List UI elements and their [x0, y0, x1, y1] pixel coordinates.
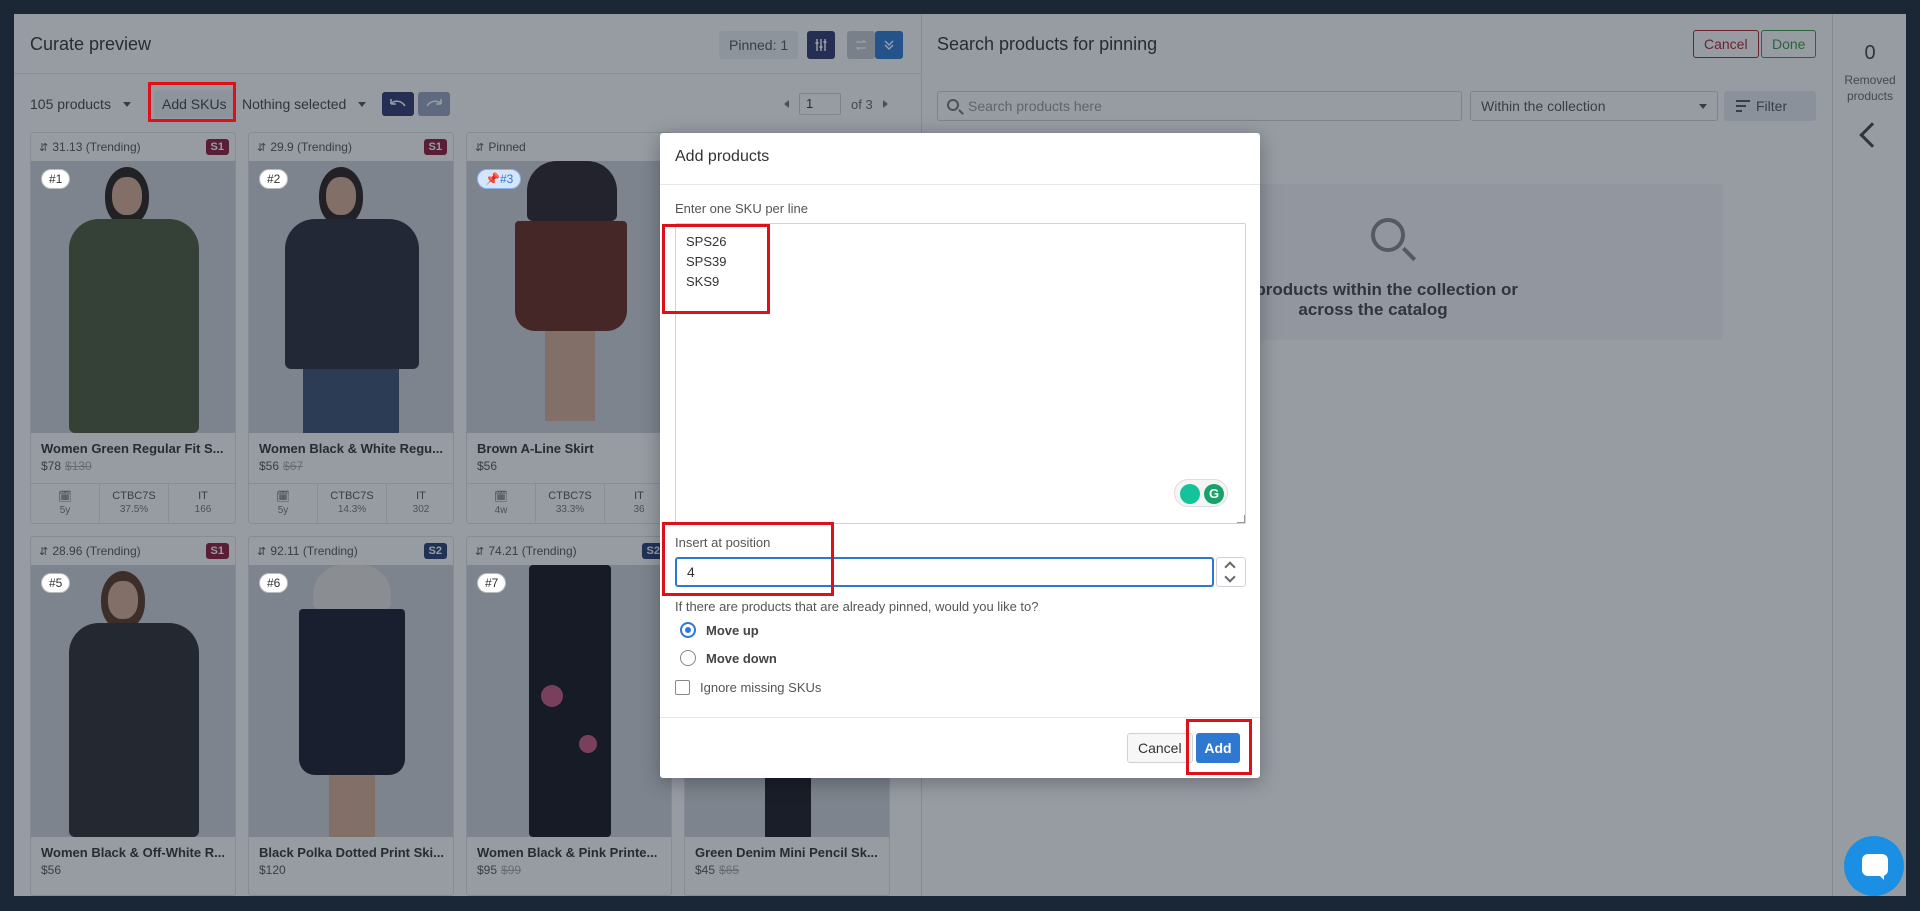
checkbox-icon[interactable]: [675, 679, 690, 695]
position-stepper[interactable]: [1216, 557, 1246, 587]
position-badge: #5: [41, 573, 71, 593]
sku-label: Enter one SKU per line: [675, 201, 808, 216]
dialog-header: Add products: [660, 133, 1260, 185]
grammarly-icon: G: [1204, 484, 1224, 504]
chevron-down-icon[interactable]: [1224, 571, 1236, 583]
position-badge: #2: [259, 169, 289, 189]
position-badge: #1: [41, 169, 71, 189]
chat-launcher-button[interactable]: [1844, 836, 1904, 896]
move-down-label: Move down: [706, 650, 777, 666]
pin-icon: 📌: [485, 172, 500, 186]
grammarly-widget[interactable]: G: [1174, 479, 1228, 507]
move-up-label: Move up: [706, 622, 759, 638]
radio-checked-icon[interactable]: [680, 622, 696, 638]
lightbulb-icon: [1180, 484, 1200, 504]
pinned-question: If there are products that are already p…: [675, 599, 1039, 614]
dialog-title: Add products: [675, 148, 770, 165]
position-badge: #6: [259, 573, 289, 593]
radio-unchecked-icon[interactable]: [680, 650, 696, 666]
radio-move-up[interactable]: Move up: [680, 620, 759, 640]
ignore-missing-label: Ignore missing SKUs: [700, 679, 822, 695]
radio-move-down[interactable]: Move down: [680, 648, 777, 668]
position-input[interactable]: 4: [675, 557, 1214, 587]
position-label: Insert at position: [675, 535, 771, 550]
add-products-dialog: Add products Enter one SKU per line G In…: [660, 133, 1260, 778]
pinned-position-badge: 📌#3: [477, 169, 522, 189]
dialog-cancel-button[interactable]: Cancel: [1127, 733, 1193, 763]
position-badge: #7: [477, 573, 507, 593]
dialog-footer: Cancel Add: [660, 717, 1260, 778]
dialog-add-button[interactable]: Add: [1196, 733, 1240, 763]
resize-handle[interactable]: [1237, 515, 1245, 523]
ignore-missing-checkbox[interactable]: Ignore missing SKUs: [675, 677, 821, 697]
chat-bubble-icon: [1862, 854, 1888, 880]
sku-textarea[interactable]: [675, 223, 1246, 524]
